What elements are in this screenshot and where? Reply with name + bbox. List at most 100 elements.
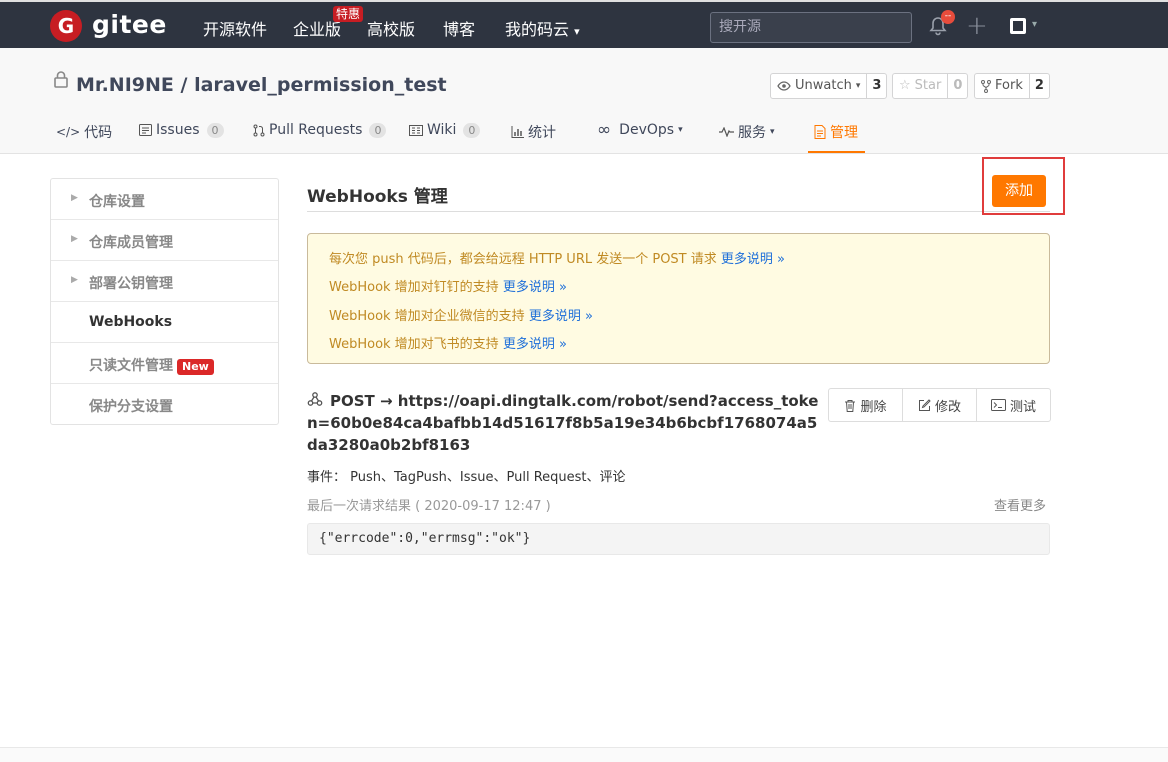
pulse-icon xyxy=(719,127,734,137)
chevron-down-icon[interactable]: ▾ xyxy=(1032,19,1037,30)
notice-line: WebHook 增加对飞书的支持 更多说明 » xyxy=(329,333,567,352)
tab-code[interactable]: </> 代码 xyxy=(56,122,112,142)
issues-icon xyxy=(139,124,152,136)
tab-wiki-count: 0 xyxy=(463,122,481,138)
fork-count[interactable]: 2 xyxy=(1028,74,1049,98)
watch-count[interactable]: 3 xyxy=(866,74,886,98)
tab-manage-label: 管理 xyxy=(830,125,858,141)
settings-sidebar: ▶ 仓库设置 ▶ 仓库成员管理 ▶ 部署公钥管理 WebHooks 只读文件管理 New… xyxy=(50,178,279,425)
edit-icon xyxy=(918,398,931,411)
test-button[interactable]: 测试 xyxy=(976,389,1050,421)
page-title: WebHooks 管理 xyxy=(307,187,448,207)
unwatch-label: Unwatch xyxy=(795,78,852,93)
notice-text: WebHook 增加对企业微信的支持 xyxy=(329,309,525,324)
webhook-url: POST → https://oapi.dingtalk.com/robot/s… xyxy=(307,392,819,454)
search-input[interactable]: 搜开源 xyxy=(710,12,912,43)
caret-right-icon: ▶ xyxy=(71,275,78,285)
chevron-down-icon: ▾ xyxy=(770,127,775,137)
last-request-info: 最后一次请求结果 ( 2020-09-17 12:47 ) xyxy=(307,499,551,514)
tab-stats[interactable]: 统计 xyxy=(511,122,556,142)
notice-text: WebHook 增加对钉钉的支持 xyxy=(329,280,499,295)
top-navbar: G gitee 开源软件 企业版 特惠 高校版 博客 我的码云 ▾ 搜开源 --… xyxy=(0,0,1168,48)
sidebar-item-repo-settings[interactable]: ▶ 仓库设置 xyxy=(51,179,278,220)
tab-pr-count: 0 xyxy=(369,122,387,138)
nav-blog[interactable]: 博客 xyxy=(443,16,475,40)
sidebar-item-webhooks[interactable]: WebHooks xyxy=(51,302,278,343)
sidebar-item-protected-branches[interactable]: 保护分支设置 xyxy=(51,384,278,425)
user-avatar-icon[interactable] xyxy=(1010,18,1026,34)
star-icon: ☆ xyxy=(899,78,911,93)
repo-header: Mr.NI9NE / laravel_permission_test Unwat… xyxy=(0,48,1168,154)
fork-icon xyxy=(981,79,991,93)
nav-my-gitee[interactable]: 我的码云 ▾ xyxy=(505,16,580,40)
nav-my-gitee-label: 我的码云 xyxy=(505,20,570,39)
sidebar-item-deploy-keys[interactable]: ▶ 部署公钥管理 xyxy=(51,261,278,302)
title-divider xyxy=(307,211,1050,212)
gitee-logo[interactable]: G xyxy=(50,10,82,42)
tab-pull-requests[interactable]: Pull Requests 0 xyxy=(253,122,387,138)
watch-button-group: Unwatch ▾ 3 xyxy=(770,73,888,99)
star-count[interactable]: 0 xyxy=(947,74,967,98)
notification-count-badge: -- xyxy=(941,10,955,24)
new-badge: New xyxy=(177,359,214,375)
caret-right-icon: ▶ xyxy=(71,193,78,203)
sidebar-item-members[interactable]: ▶ 仓库成员管理 xyxy=(51,220,278,261)
fork-label: Fork xyxy=(995,78,1023,93)
see-more-link[interactable]: 查看更多 xyxy=(994,495,1046,514)
more-info-link[interactable]: 更多说明 » xyxy=(529,309,593,324)
chevron-down-icon: ▾ xyxy=(574,25,580,38)
chevron-down-icon: ▾ xyxy=(678,125,683,135)
more-info-link[interactable]: 更多说明 » xyxy=(503,280,567,295)
fork-button[interactable]: Fork xyxy=(975,74,1029,98)
notice-line: WebHook 增加对企业微信的支持 更多说明 » xyxy=(329,305,593,324)
caret-right-icon: ▶ xyxy=(71,234,78,244)
edit-button[interactable]: 修改 xyxy=(902,389,976,421)
infinity-icon: ∞ xyxy=(597,120,612,140)
add-webhook-button[interactable]: 添加 xyxy=(992,175,1046,207)
delete-button[interactable]: 删除 xyxy=(829,389,902,421)
repo-tabs: </> 代码 Issues 0 Pull Requests 0 Wiki 0 统计 ∞ … xyxy=(0,110,1168,154)
pr-icon xyxy=(253,124,265,136)
fork-button-group: Fork 2 xyxy=(974,73,1050,99)
repo-owner-link[interactable]: Mr.NI9NE xyxy=(76,74,174,96)
plus-icon[interactable]: + xyxy=(966,13,988,39)
brand-name[interactable]: gitee xyxy=(92,10,167,39)
sidebar-item-label: 保护分支设置 xyxy=(89,399,173,415)
edit-label: 修改 xyxy=(934,399,961,415)
webhook-actions: 删除 修改 测试 xyxy=(828,388,1051,422)
more-info-link[interactable]: 更多说明 » xyxy=(721,252,785,267)
eye-icon xyxy=(777,81,791,91)
tab-devops[interactable]: ∞ DevOps ▾ xyxy=(597,120,683,140)
notice-text: 每次您 push 代码后，都会给远程 HTTP URL 发送一个 POST 请求 xyxy=(329,252,717,267)
tab-wiki-label: Wiki xyxy=(427,122,457,138)
star-button[interactable]: ☆ Star xyxy=(893,74,947,98)
notice-line: 每次您 push 代码后，都会给远程 HTTP URL 发送一个 POST 请求… xyxy=(329,248,785,267)
tab-services[interactable]: 服务 ▾ xyxy=(719,122,775,142)
special-offer-badge: 特惠 xyxy=(333,6,364,22)
test-label: 测试 xyxy=(1009,399,1036,415)
trash-icon xyxy=(845,399,856,412)
unwatch-button[interactable]: Unwatch ▾ xyxy=(771,74,866,98)
nav-education[interactable]: 高校版 xyxy=(367,16,415,40)
sidebar-item-readonly-files[interactable]: 只读文件管理 New xyxy=(51,343,278,384)
sidebar-item-label: 部署公钥管理 xyxy=(89,276,173,292)
tab-devops-label: DevOps xyxy=(619,122,675,138)
manage-icon xyxy=(814,125,826,139)
sidebar-item-label: 只读文件管理 xyxy=(89,358,173,374)
tab-wiki[interactable]: Wiki 0 xyxy=(409,122,481,138)
footer-divider xyxy=(0,747,1168,762)
repo-name-link[interactable]: laravel_permission_test xyxy=(194,74,447,96)
star-button-group: ☆ Star 0 xyxy=(892,73,969,99)
tab-issues[interactable]: Issues 0 xyxy=(139,122,224,138)
delete-label: 删除 xyxy=(860,399,887,415)
wiki-icon xyxy=(409,124,423,136)
tab-services-label: 服务 xyxy=(738,125,766,141)
response-body: {"errcode":0,"errmsg":"ok"} xyxy=(307,523,1050,555)
terminal-icon xyxy=(990,399,1006,411)
repo-separator: / xyxy=(180,74,188,96)
nav-open-source[interactable]: 开源软件 xyxy=(203,16,267,40)
tab-manage[interactable]: 管理 xyxy=(814,122,858,142)
more-info-link[interactable]: 更多说明 » xyxy=(503,337,567,352)
tab-code-label: 代码 xyxy=(84,125,113,141)
notice-line: WebHook 增加对钉钉的支持 更多说明 » xyxy=(329,276,567,295)
